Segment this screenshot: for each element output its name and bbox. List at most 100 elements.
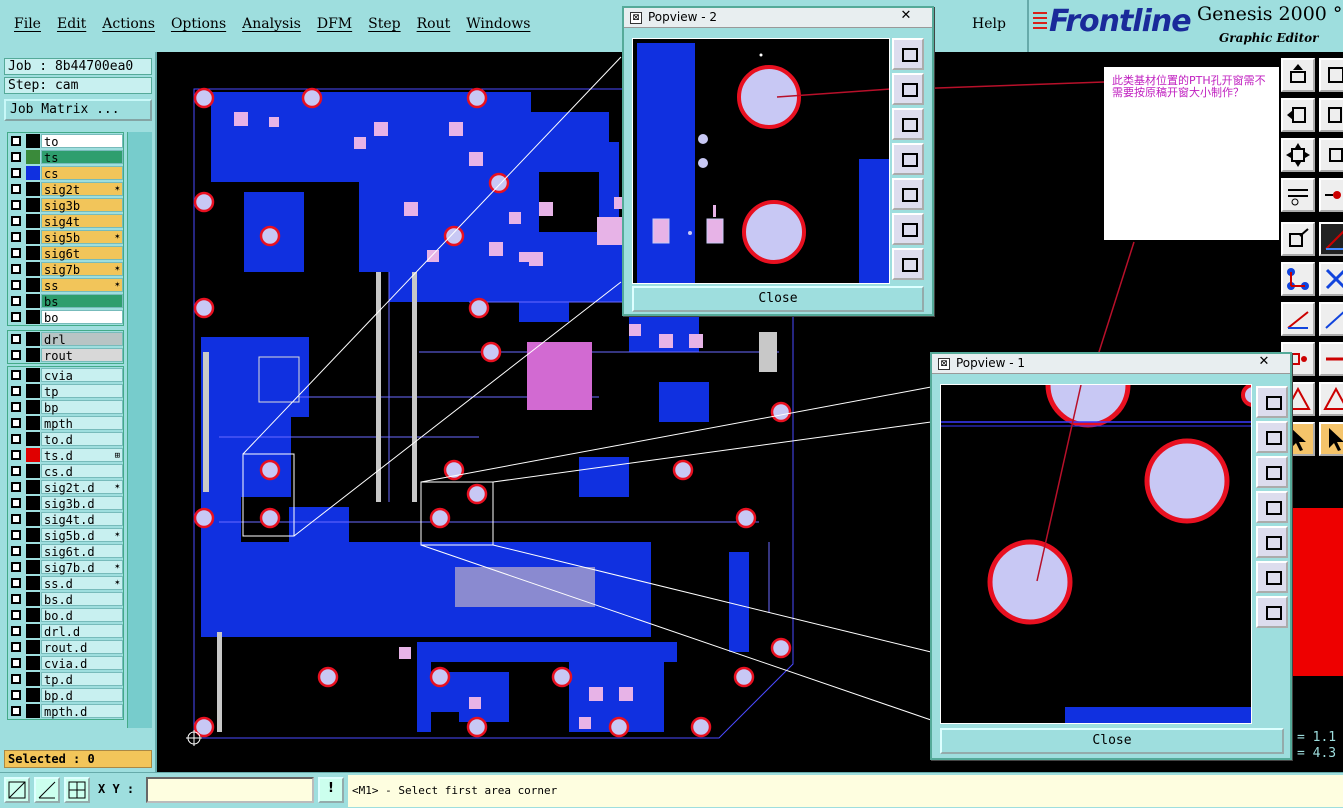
layer-checkbox[interactable]: [11, 450, 21, 460]
layer-name[interactable]: sig4t: [41, 214, 123, 229]
pv-right-icon[interactable]: [892, 178, 924, 210]
popview-1-close-button[interactable]: Close: [940, 728, 1284, 754]
layer-name[interactable]: sig2t: [41, 182, 123, 197]
popview-2-window[interactable]: ⊠ Popview - 2 ✕ Close: [622, 6, 934, 316]
layer-row-bp[interactable]: bp: [8, 399, 123, 415]
layer-name[interactable]: cs: [41, 166, 123, 181]
popview-1-titlebar[interactable]: ⊠ Popview - 1 ✕: [932, 354, 1290, 374]
pv-pan-icon[interactable]: [892, 38, 924, 70]
layer-checkbox[interactable]: [11, 350, 21, 360]
layer-row-rout-d[interactable]: rout.d: [8, 639, 123, 655]
layer-checkbox[interactable]: [11, 514, 21, 524]
layer-checkbox[interactable]: [11, 562, 21, 572]
layer-row-cs-d[interactable]: cs.d: [8, 463, 123, 479]
layer-name[interactable]: bo.d: [41, 608, 123, 623]
layer-row-sig2t[interactable]: sig2t: [8, 181, 123, 197]
popview-2-view[interactable]: [632, 38, 890, 284]
pv-up-icon[interactable]: [892, 73, 924, 105]
layer-color-swatch[interactable]: [26, 512, 40, 526]
pv-zoom-in-icon[interactable]: [892, 213, 924, 245]
alert-icon[interactable]: !: [318, 777, 344, 803]
layer-color-swatch[interactable]: [26, 182, 40, 196]
layer-checkbox[interactable]: [11, 312, 21, 322]
layer-row-mpth-d[interactable]: mpth.d: [8, 703, 123, 719]
layer-name[interactable]: sig5b: [41, 230, 123, 245]
tool-link-icon[interactable]: [1319, 178, 1343, 212]
layer-checkbox[interactable]: [11, 642, 21, 652]
layer-color-swatch[interactable]: [26, 150, 40, 164]
pv-left-icon[interactable]: [892, 143, 924, 175]
layer-name[interactable]: tp: [41, 384, 123, 399]
layer-row-sig3b[interactable]: sig3b: [8, 197, 123, 213]
layer-row-rout[interactable]: rout: [8, 347, 123, 363]
layer-checkbox[interactable]: [11, 674, 21, 684]
layer-row-sig5b-d[interactable]: sig5b.d: [8, 527, 123, 543]
layer-color-swatch[interactable]: [26, 640, 40, 654]
layer-name[interactable]: sig7b.d: [41, 560, 123, 575]
pv-zoom-out-icon[interactable]: [892, 248, 924, 280]
layer-color-swatch[interactable]: [26, 656, 40, 670]
job-matrix-button[interactable]: Job Matrix ...: [4, 99, 152, 121]
layer-color-swatch[interactable]: [26, 688, 40, 702]
layer-name[interactable]: rout.d: [41, 640, 123, 655]
layer-name[interactable]: ts.d: [41, 448, 123, 463]
layer-color-swatch[interactable]: [26, 496, 40, 510]
layer-name[interactable]: ts: [41, 150, 123, 165]
layer-name[interactable]: mpth.d: [41, 704, 123, 719]
layer-name[interactable]: sig7b: [41, 262, 123, 277]
layer-color-swatch[interactable]: [26, 448, 40, 462]
layer-row-drl-d[interactable]: drl.d: [8, 623, 123, 639]
zoom-area-icon[interactable]: [4, 777, 30, 803]
layer-name[interactable]: mpth: [41, 416, 123, 431]
cross-icon[interactable]: [1319, 262, 1343, 296]
layer-name[interactable]: cvia.d: [41, 656, 123, 671]
layer-color-swatch[interactable]: [26, 592, 40, 606]
layer-name[interactable]: sig6t: [41, 246, 123, 261]
layer-checkbox[interactable]: [11, 248, 21, 258]
pv-left-icon[interactable]: [1256, 491, 1288, 523]
layer-color-swatch[interactable]: [26, 544, 40, 558]
layer-color-swatch[interactable]: [26, 400, 40, 414]
popview-1-view[interactable]: [940, 384, 1252, 724]
layer-color-swatch[interactable]: [26, 560, 40, 574]
layer-name[interactable]: sig3b.d: [41, 496, 123, 511]
snap-up-icon[interactable]: [1281, 58, 1315, 92]
pv-zoom-out-icon[interactable]: [1256, 596, 1288, 628]
layer-checkbox[interactable]: [11, 152, 21, 162]
layer-color-swatch[interactable]: [26, 464, 40, 478]
layer-color-swatch[interactable]: [26, 528, 40, 542]
layer-color-swatch[interactable]: [26, 332, 40, 346]
layer-color-swatch[interactable]: [26, 624, 40, 638]
angle-icon[interactable]: [1281, 302, 1315, 336]
layer-color-swatch[interactable]: [26, 310, 40, 324]
pv-right-icon[interactable]: [1256, 526, 1288, 558]
layer-name[interactable]: bp: [41, 400, 123, 415]
popview-2-close-x-button[interactable]: ✕: [886, 8, 926, 26]
layer-row-cvia[interactable]: cvia: [8, 367, 123, 383]
popview-2-titlebar[interactable]: ⊠ Popview - 2 ✕: [624, 8, 932, 28]
layer-checkbox[interactable]: [11, 232, 21, 242]
layer-scrollbar[interactable]: [127, 132, 152, 728]
layer-row-sig2t-d[interactable]: sig2t.d: [8, 479, 123, 495]
layer-color-swatch[interactable]: [26, 166, 40, 180]
layer-row-bo[interactable]: bo: [8, 309, 123, 325]
layer-checkbox[interactable]: [11, 434, 21, 444]
layer-name[interactable]: bo: [41, 310, 123, 325]
layer-row-sig7b[interactable]: sig7b: [8, 261, 123, 277]
popview-2-close-button[interactable]: Close: [632, 286, 924, 312]
layer-color-swatch[interactable]: [26, 608, 40, 622]
layer-name[interactable]: to: [41, 134, 123, 149]
layer-name[interactable]: sig4t.d: [41, 512, 123, 527]
layer-row-ts-d[interactable]: ts.d: [8, 447, 123, 463]
layer-name[interactable]: cs.d: [41, 464, 123, 479]
layer-row-cvia-d[interactable]: cvia.d: [8, 655, 123, 671]
tool-settings-icon[interactable]: [1281, 178, 1315, 212]
triangle-alt-icon[interactable]: [1319, 382, 1343, 416]
layer-color-swatch[interactable]: [26, 348, 40, 362]
layer-name[interactable]: drl.d: [41, 624, 123, 639]
menu-actions[interactable]: Actions: [94, 14, 163, 34]
layer-checkbox[interactable]: [11, 658, 21, 668]
layer-checkbox[interactable]: [11, 402, 21, 412]
cursor-alt-icon[interactable]: [1319, 422, 1343, 456]
layer-name[interactable]: drl: [41, 332, 123, 347]
